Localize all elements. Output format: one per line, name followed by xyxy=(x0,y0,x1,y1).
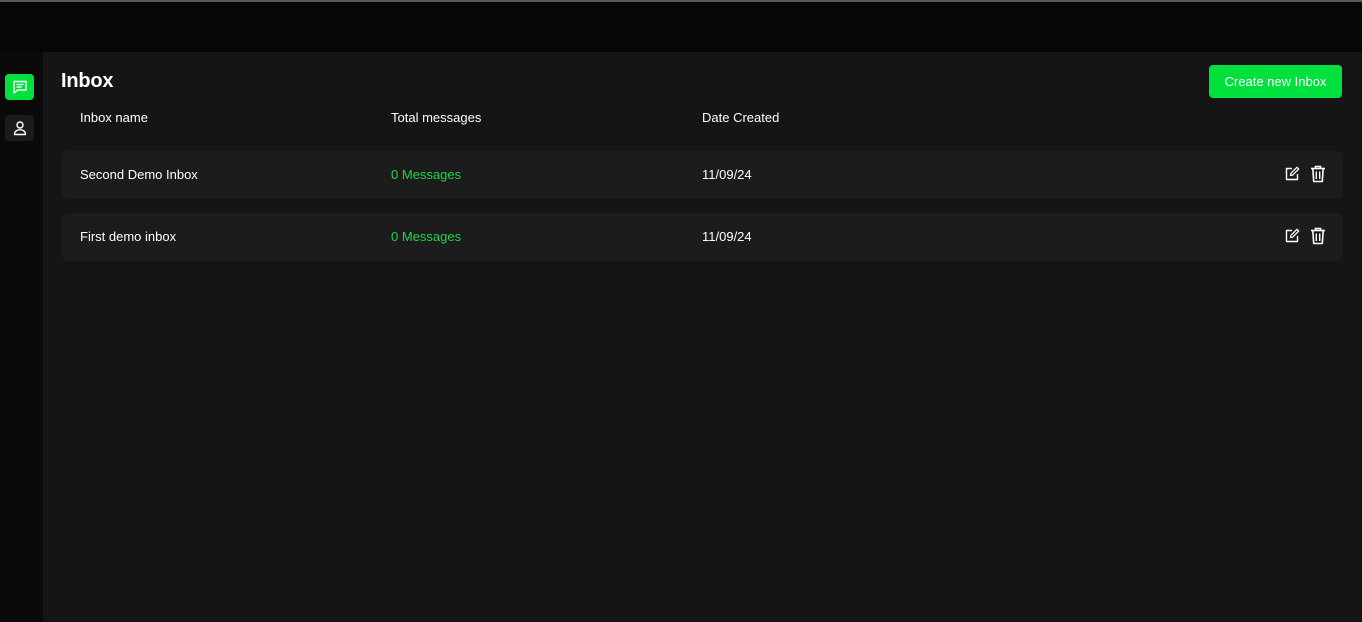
edit-button[interactable] xyxy=(1283,164,1301,184)
table-row: First demo inbox 0 Messages 11/09/24 xyxy=(62,213,1343,261)
sidebar xyxy=(0,52,43,622)
message-count[interactable]: 0 Messages xyxy=(391,167,461,182)
top-bar xyxy=(0,2,1362,52)
column-header-inbox-name: Inbox name xyxy=(80,110,148,125)
date-created: 11/09/24 xyxy=(702,229,752,244)
column-header-total-messages: Total messages xyxy=(391,110,482,125)
inbox-name: First demo inbox xyxy=(80,229,177,244)
edit-button[interactable] xyxy=(1283,226,1301,246)
main-content: Inbox Create new Inbox Inbox name Total … xyxy=(43,52,1362,622)
table-row: Second Demo Inbox 0 Messages 11/09/24 xyxy=(62,151,1343,199)
delete-button[interactable] xyxy=(1309,164,1327,184)
sidebar-item-inbox[interactable] xyxy=(5,74,34,100)
edit-icon xyxy=(1285,228,1300,243)
date-created: 11/09/24 xyxy=(702,167,752,182)
message-count[interactable]: 0 Messages xyxy=(391,229,461,244)
row-actions xyxy=(1283,226,1327,246)
trash-icon xyxy=(1311,165,1325,183)
sidebar-item-profile[interactable] xyxy=(5,115,34,141)
delete-button[interactable] xyxy=(1309,226,1327,246)
column-header-date-created: Date Created xyxy=(702,110,780,125)
chat-icon xyxy=(12,80,27,94)
row-actions xyxy=(1283,164,1327,184)
edit-icon xyxy=(1285,166,1300,181)
page-title: Inbox xyxy=(61,70,114,92)
trash-icon xyxy=(1311,227,1325,245)
inbox-name: Second Demo Inbox xyxy=(80,167,198,182)
user-icon xyxy=(13,121,26,136)
create-inbox-button[interactable]: Create new Inbox xyxy=(1209,65,1342,98)
